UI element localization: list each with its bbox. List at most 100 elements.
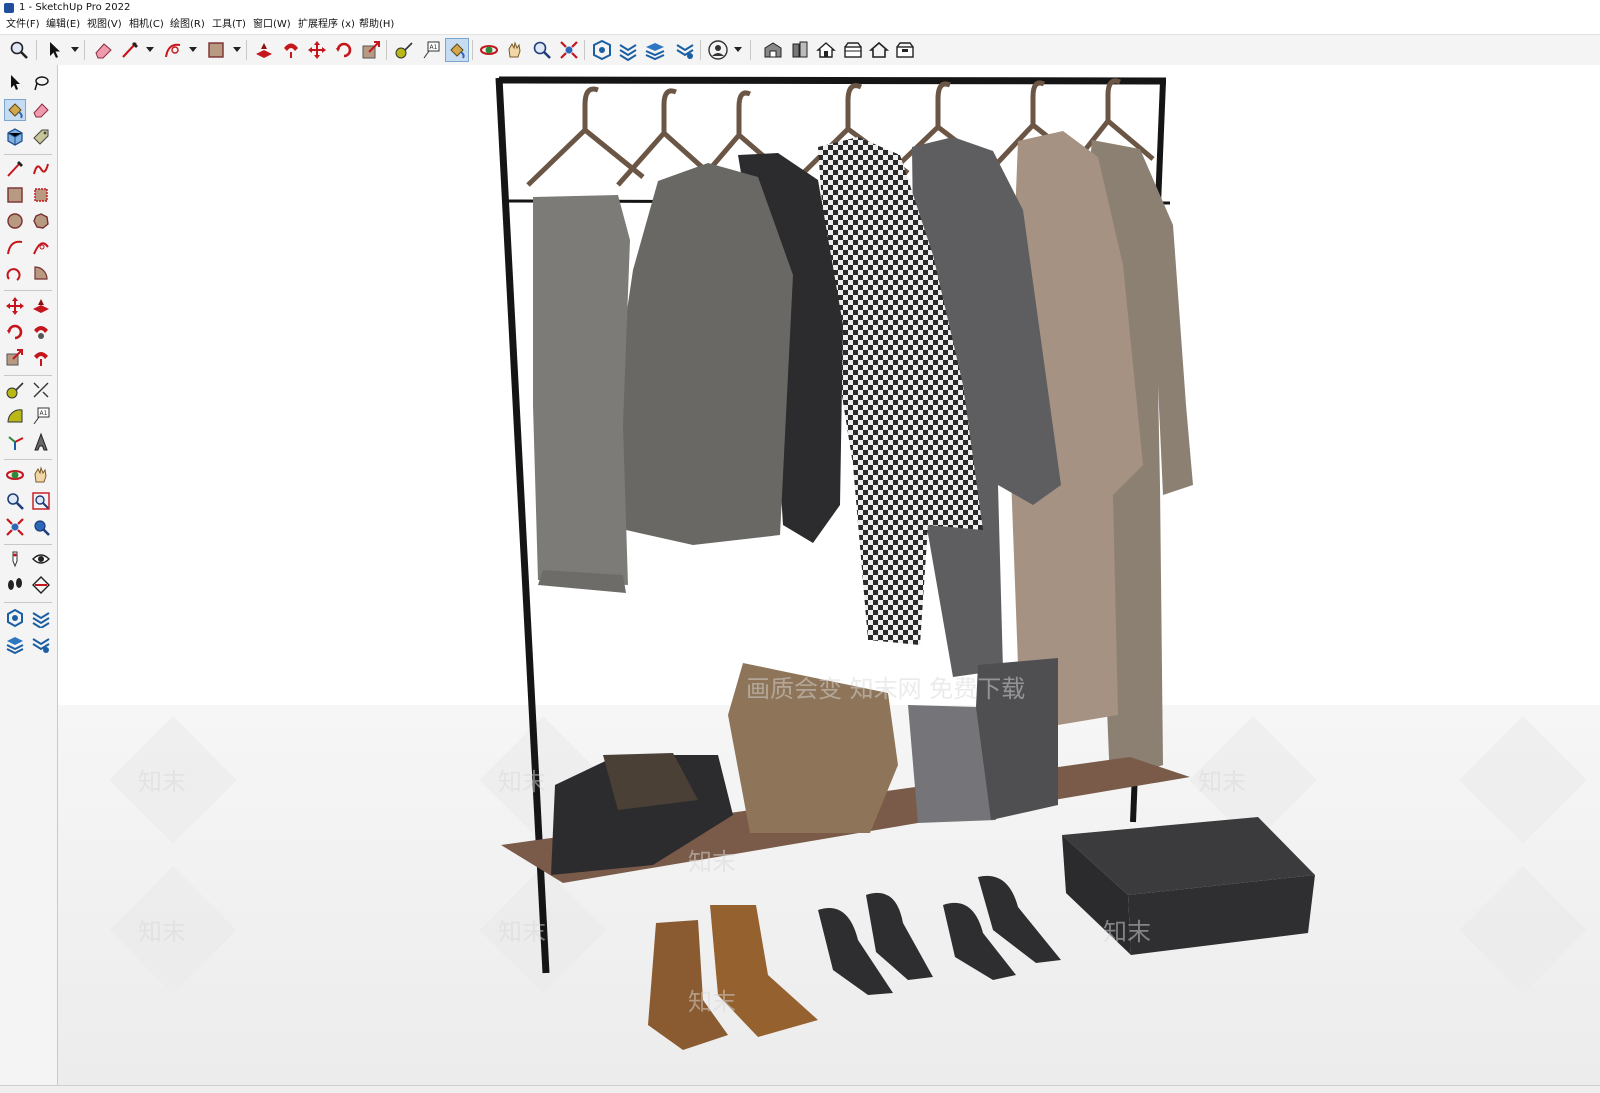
zoom-extents-icon[interactable] bbox=[5, 517, 25, 537]
pie-icon[interactable] bbox=[31, 263, 51, 283]
pan-icon[interactable] bbox=[504, 39, 526, 61]
push-pull-icon[interactable] bbox=[31, 296, 51, 316]
rotate-icon[interactable] bbox=[333, 39, 355, 61]
styles-icon[interactable] bbox=[842, 39, 864, 61]
menu-bar: 文件(F) 编辑(E) 视图(V) 相机(C) 绘图(R) 工具(T) 窗口(W… bbox=[0, 16, 1600, 34]
menu-window[interactable]: 窗口(W) bbox=[251, 16, 293, 34]
sketchup-logo-icon bbox=[4, 3, 14, 13]
walk-icon[interactable] bbox=[5, 575, 25, 595]
pan-icon[interactable] bbox=[31, 465, 51, 485]
select-dropdown-icon[interactable] bbox=[71, 47, 79, 52]
position-camera-icon[interactable] bbox=[5, 549, 25, 569]
extension-icon[interactable] bbox=[674, 39, 696, 61]
extension-warehouse-icon[interactable] bbox=[31, 608, 51, 628]
eraser-icon[interactable] bbox=[31, 100, 51, 120]
watermark-text: 知末 bbox=[1103, 918, 1151, 946]
menu-file[interactable]: 文件(F) bbox=[4, 16, 42, 34]
scenes-icon[interactable] bbox=[894, 39, 916, 61]
scale-icon[interactable] bbox=[360, 39, 382, 61]
rotate-icon[interactable] bbox=[5, 322, 25, 342]
scale-icon[interactable] bbox=[5, 348, 25, 368]
freehand-icon[interactable] bbox=[31, 159, 51, 179]
make-component-icon[interactable] bbox=[5, 127, 25, 147]
zoom-icon[interactable] bbox=[8, 39, 30, 61]
axes-icon[interactable] bbox=[5, 432, 25, 452]
shoe-box bbox=[1062, 817, 1315, 955]
pencil-dropdown-icon[interactable] bbox=[146, 47, 154, 52]
two-point-arc-icon[interactable] bbox=[31, 237, 51, 257]
offset-icon[interactable] bbox=[31, 348, 51, 368]
arc-icon[interactable] bbox=[162, 39, 184, 61]
three-point-arc-icon[interactable] bbox=[5, 263, 25, 283]
paint-bucket-icon[interactable] bbox=[4, 99, 26, 121]
warehouse-icon[interactable] bbox=[5, 608, 25, 628]
rectangle-icon[interactable] bbox=[5, 185, 25, 205]
menu-edit[interactable]: 编辑(E) bbox=[44, 16, 82, 34]
account-icon[interactable] bbox=[707, 39, 729, 61]
zoom-window-icon[interactable] bbox=[31, 491, 51, 511]
watermark-text: 知末 bbox=[1198, 768, 1246, 796]
menu-help[interactable]: 帮助(H) bbox=[357, 16, 396, 34]
watermark-text: 知末 bbox=[498, 918, 546, 946]
follow-me-icon[interactable] bbox=[280, 39, 302, 61]
rotated-rectangle-icon[interactable] bbox=[31, 185, 51, 205]
previous-view-icon[interactable] bbox=[31, 517, 51, 537]
shape-dropdown-icon[interactable] bbox=[233, 47, 241, 52]
layers-icon[interactable] bbox=[644, 39, 666, 61]
eraser-icon[interactable] bbox=[92, 39, 114, 61]
select-icon[interactable] bbox=[5, 73, 25, 93]
svg-text:A1: A1 bbox=[40, 410, 48, 417]
menu-draw[interactable]: 绘图(R) bbox=[168, 16, 207, 34]
pencil-line-icon[interactable] bbox=[119, 39, 141, 61]
text-icon[interactable]: A1 bbox=[31, 406, 51, 426]
section-plane-icon[interactable] bbox=[591, 39, 613, 61]
circle-icon[interactable] bbox=[5, 211, 25, 231]
move-icon[interactable] bbox=[306, 39, 328, 61]
section-plane-icon[interactable] bbox=[31, 575, 51, 595]
warehouse-icon[interactable] bbox=[617, 39, 639, 61]
zoom-icon[interactable] bbox=[5, 491, 25, 511]
3d-text-icon[interactable] bbox=[31, 432, 51, 452]
layers-icon[interactable] bbox=[5, 634, 25, 654]
menu-extensions[interactable]: 扩展程序 (x) bbox=[296, 16, 357, 34]
components-icon[interactable] bbox=[762, 39, 784, 61]
protractor-icon[interactable] bbox=[5, 406, 25, 426]
orbit-icon[interactable] bbox=[478, 39, 500, 61]
lasso-select-icon[interactable] bbox=[31, 73, 51, 93]
home-icon[interactable] bbox=[815, 39, 837, 61]
tag-tool-icon[interactable] bbox=[31, 127, 51, 147]
rectangle-icon[interactable] bbox=[205, 39, 227, 61]
select-icon[interactable] bbox=[44, 39, 66, 61]
line-icon[interactable] bbox=[5, 159, 25, 179]
tape-measure-icon[interactable] bbox=[5, 380, 25, 400]
materials-icon[interactable] bbox=[789, 39, 811, 61]
menu-tools[interactable]: 工具(T) bbox=[210, 16, 248, 34]
look-around-icon[interactable] bbox=[31, 549, 51, 569]
push-pull-icon[interactable] bbox=[253, 39, 275, 61]
polygon-icon[interactable] bbox=[31, 211, 51, 231]
menu-view[interactable]: 视图(V) bbox=[85, 16, 124, 34]
orbit-icon[interactable] bbox=[5, 465, 25, 485]
watermark-text: 知末 bbox=[138, 768, 186, 796]
dimension-icon[interactable] bbox=[31, 380, 51, 400]
extension-manager-icon[interactable] bbox=[31, 634, 51, 654]
account-dropdown-icon[interactable] bbox=[734, 47, 742, 52]
zoom-extents-icon[interactable] bbox=[558, 39, 580, 61]
arc-dropdown-icon[interactable] bbox=[189, 47, 197, 52]
move-icon[interactable] bbox=[5, 296, 25, 316]
paint-bucket-icon[interactable] bbox=[445, 38, 469, 62]
zoom-window-icon[interactable] bbox=[531, 39, 553, 61]
arc-icon[interactable] bbox=[5, 237, 25, 257]
watermark-banner: 画质会变 知末网 免费下载 bbox=[746, 675, 1025, 703]
model-viewport[interactable]: 知末 知末 知末 知末 知末 知末 知末 知末 画质会变 知末网 免费下载 bbox=[58, 65, 1600, 1085]
text-icon[interactable]: A1 bbox=[420, 39, 442, 61]
menu-camera[interactable]: 相机(C) bbox=[127, 16, 166, 34]
pumps bbox=[818, 875, 1061, 995]
svg-text:A1: A1 bbox=[430, 44, 438, 51]
follow-me-icon[interactable] bbox=[31, 322, 51, 342]
tape-measure-icon[interactable] bbox=[393, 39, 415, 61]
clothes-rack-model: 知末 知末 知末 知末 知末 知末 知末 知末 画质会变 知末网 免费下载 bbox=[109, 76, 1587, 1050]
watermark-text: 知末 bbox=[498, 768, 546, 796]
main-toolbar: A1 bbox=[0, 34, 1600, 66]
house-outline-icon[interactable] bbox=[868, 39, 890, 61]
